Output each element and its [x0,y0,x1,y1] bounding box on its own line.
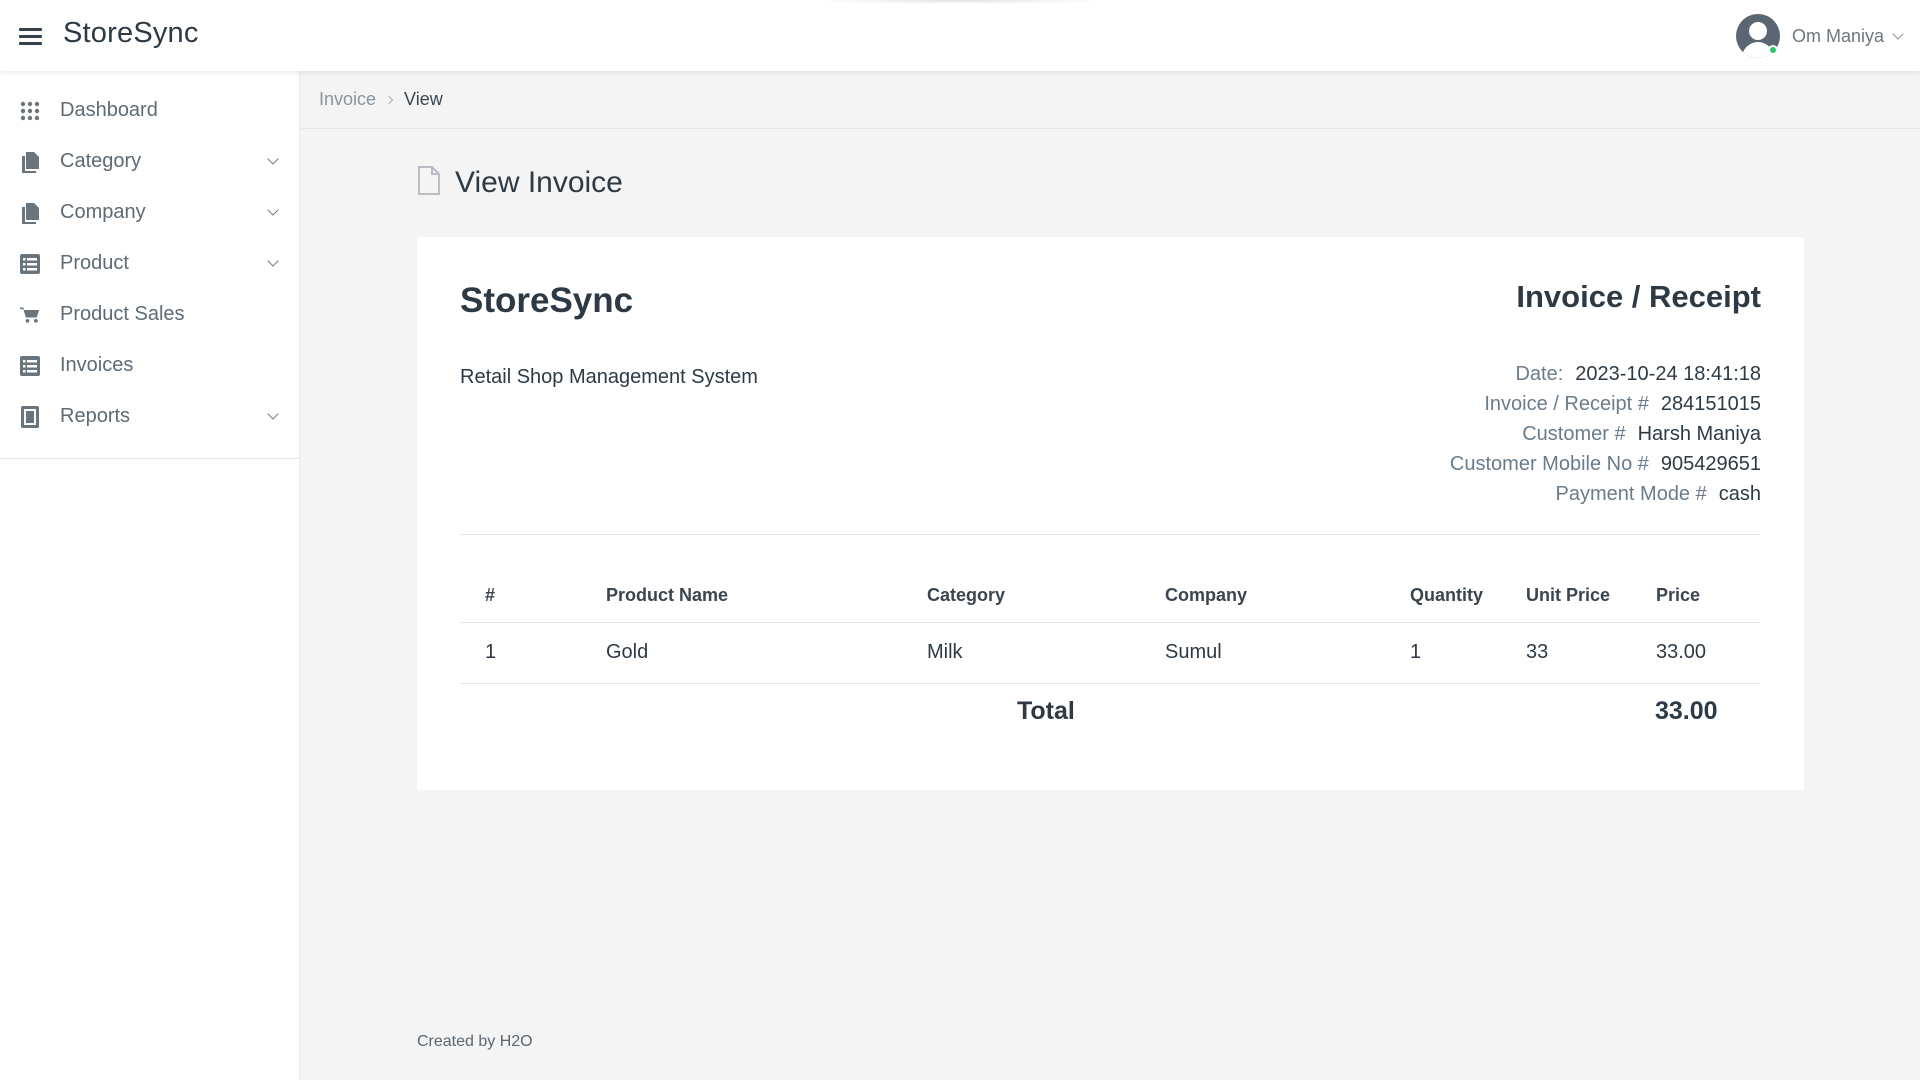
table-header-row: # Product Name Category Company Quantity… [460,569,1761,623]
table-cell: Sumul [1165,622,1410,684]
list-icon [20,253,40,274]
sidebar: Dashboard Category Company Product Produ… [0,71,300,1080]
sidebar-item-label: Invoices [60,354,134,376]
user-name: Om Maniya [1791,25,1884,46]
invoice-card: StoreSync Retail Shop Management System … [417,237,1804,790]
grid-icon [20,101,40,121]
sidebar-item-label: Product Sales [60,303,185,325]
meta-row-payment-mode: Payment Mode # cash [1450,479,1761,509]
column-header: Unit Price [1526,569,1656,623]
column-header: Product Name [606,569,927,623]
list-icon [20,355,40,376]
breadcrumb-current: View [404,89,443,109]
table-row: 1 Gold Milk Sumul 1 33 33.00 [460,622,1761,684]
table-cell: 33.00 [1656,622,1761,684]
sidebar-item-label: Company [60,201,146,223]
sidebar-item-label: Category [60,150,142,172]
chevron-down-icon [267,255,279,267]
chevron-down-icon [267,408,279,420]
meta-row-customer: Customer # Harsh Maniya [1450,419,1761,449]
file-icon [417,166,441,200]
breadcrumb: Invoice View [301,71,1920,129]
sidebar-item-dashboard[interactable]: Dashboard [0,85,299,136]
breadcrumb-invoice-link[interactable]: Invoice [319,89,376,110]
top-navbar: StoreSync Om Maniya [0,0,1920,71]
invoice-items-table: # Product Name Category Company Quantity… [460,569,1761,684]
calculator-icon [20,405,40,428]
column-header: Price [1656,569,1761,623]
table-cell: Milk [927,622,1165,684]
footer-author-link[interactable]: H2O [500,1033,533,1050]
column-header: Company [1165,569,1410,623]
page-title: View Invoice [455,166,623,199]
sidebar-item-label: Dashboard [60,99,158,121]
column-header: Category [927,569,1165,623]
meta-row-invoice-number: Invoice / Receipt # 284151015 [1450,389,1761,419]
table-cell: 1 [460,622,606,684]
footer-text: Created by [417,1033,500,1050]
meta-row-mobile: Customer Mobile No # 905429651 [1450,449,1761,479]
chevron-down-icon [267,204,279,216]
menu-toggle-icon[interactable] [19,28,42,45]
chevron-right-icon [384,95,394,104]
chevron-down-icon [267,153,279,165]
total-value: 33.00 [1655,697,1718,725]
sidebar-item-reports[interactable]: Reports [0,391,299,442]
invoice-subtitle: Retail Shop Management System [460,366,758,388]
page-header: View Invoice [417,166,623,200]
meta-label: Invoice / Receipt # [1484,393,1649,415]
invoice-meta: Date: 2023-10-24 18:41:18 Invoice / Recei… [1450,359,1761,509]
sidebar-item-label: Product [60,252,129,274]
table-cell: Gold [606,622,927,684]
invoice-heading: Invoice / Receipt [1516,279,1761,314]
meta-label: Date: [1515,363,1564,385]
sidebar-item-invoices[interactable]: Invoices [0,340,299,391]
column-header: Quantity [1410,569,1526,623]
meta-label: Customer Mobile No # [1449,453,1649,475]
divider [460,534,1761,535]
documents-icon [20,202,40,224]
meta-label: Payment Mode # [1555,483,1707,505]
invoice-brand: StoreSync [460,281,634,320]
documents-icon [20,151,40,173]
chevron-down-icon [1892,27,1904,40]
meta-value: cash [1718,483,1761,505]
online-status-dot [1767,45,1778,55]
sidebar-item-company[interactable]: Company [0,187,299,238]
user-menu[interactable]: Om Maniya [1735,13,1904,59]
meta-value: 905429651 [1660,453,1761,475]
total-label: Total [1017,697,1075,725]
meta-row-date: Date: 2023-10-24 18:41:18 [1450,359,1761,389]
sidebar-item-label: Reports [60,405,131,427]
meta-value: Harsh Maniya [1637,423,1761,445]
sidebar-item-product[interactable]: Product [0,238,299,289]
top-shadow [810,0,1110,4]
meta-value: 284151015 [1660,393,1761,415]
meta-label: Customer # [1522,423,1626,445]
table-cell: 33 [1526,622,1656,684]
meta-value: 2023-10-24 18:41:18 [1575,363,1761,385]
column-header: # [460,569,606,623]
sidebar-item-category[interactable]: Category [0,136,299,187]
sidebar-item-product-sales[interactable]: Product Sales [0,289,299,340]
table-cell: 1 [1410,622,1526,684]
footer: Created by H2O [417,1033,533,1051]
sidebar-menu: Dashboard Category Company Product Produ… [0,71,299,459]
cart-icon [20,305,40,325]
app-brand[interactable]: StoreSync [63,17,199,50]
